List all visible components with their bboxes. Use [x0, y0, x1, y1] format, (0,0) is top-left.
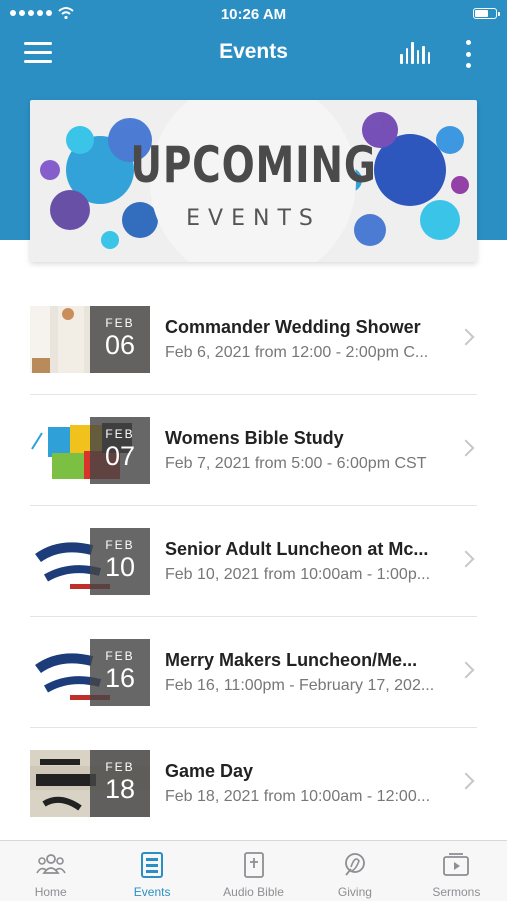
event-thumbnail: FEB 06 [30, 306, 150, 373]
chevron-right-icon [457, 550, 475, 568]
navigation-bar: Events [0, 30, 507, 76]
audio-levels-icon[interactable] [400, 42, 430, 64]
event-title: Game Day [165, 761, 254, 781]
events-list: FEB 06 Commander Wedding Shower Feb 6, 2… [0, 284, 507, 839]
event-title: Senior Adult Luncheon at Mc... [165, 539, 429, 559]
bible-icon [243, 852, 264, 878]
status-time: 10:26 AM [220, 6, 287, 23]
event-thumbnail: FEB 10 [30, 528, 150, 595]
event-row-merry-makers-luncheon[interactable]: FEB 16 Merry Makers Luncheon/Me... Feb 1… [0, 617, 507, 728]
giving-icon [345, 853, 365, 876]
chevron-right-icon [457, 328, 475, 346]
status-bar: 10:26 AM [0, 0, 507, 28]
event-row-commander-wedding-shower[interactable]: FEB 06 Commander Wedding Shower Feb 6, 2… [0, 284, 507, 395]
event-title: Womens Bible Study [165, 428, 344, 448]
date-day: 10 [104, 552, 136, 582]
more-options-icon[interactable] [462, 40, 474, 68]
date-day: 06 [104, 330, 136, 360]
chevron-right-icon [457, 661, 475, 679]
video-play-icon [443, 853, 470, 876]
tab-events[interactable]: Events [101, 841, 202, 901]
tab-bar: Home Events Audio Bible Giving Sermons [0, 840, 507, 901]
chevron-right-icon [457, 439, 475, 457]
event-datetime: Feb 6, 2021 from 12:00 - 2:00pm C... [165, 344, 429, 361]
date-month: FEB [105, 316, 135, 330]
event-datetime: Feb 7, 2021 from 5:00 - 6:00pm CST [165, 455, 427, 472]
event-row-senior-adult-luncheon[interactable]: FEB 10 Senior Adult Luncheon at Mc... Fe… [0, 506, 507, 617]
upcoming-events-banner: UPCOMING EVENTS [30, 100, 477, 262]
date-badge: FEB 06 [90, 306, 150, 373]
tab-home[interactable]: Home [0, 841, 101, 901]
date-month: FEB [105, 760, 135, 774]
tab-label: Audio Bible [223, 885, 284, 899]
event-datetime: Feb 10, 2021 from 10:00am - 1:00p... [165, 566, 431, 583]
event-datetime: Feb 18, 2021 from 10:00am - 12:00... [165, 788, 431, 805]
date-month: FEB [105, 649, 135, 663]
tab-label: Home [34, 885, 67, 899]
date-day: 07 [104, 441, 136, 471]
tab-label: Sermons [432, 885, 481, 899]
event-row-game-day[interactable]: FEB 18 Game Day Feb 18, 2021 from 10:00a… [0, 728, 507, 839]
tab-label: Giving [337, 885, 372, 899]
date-day: 16 [104, 663, 136, 693]
banner-title: UPCOMING [130, 136, 377, 194]
date-month: FEB [105, 538, 135, 552]
date-badge: FEB 16 [90, 639, 150, 706]
date-badge: FEB 18 [90, 750, 150, 817]
battery-icon [473, 8, 500, 19]
date-badge: FEB 07 [90, 417, 150, 484]
tab-giving[interactable]: Giving [304, 841, 405, 901]
event-thumbnail: FEB 16 [30, 639, 150, 706]
tab-audio-bible[interactable]: Audio Bible [203, 841, 304, 901]
chevron-right-icon [457, 772, 475, 790]
tab-label: Events [133, 885, 171, 899]
event-thumbnail: FEB 07 [30, 417, 150, 484]
event-title: Commander Wedding Shower [165, 317, 421, 337]
page-title: Events [219, 40, 288, 63]
tab-sermons[interactable]: Sermons [406, 841, 507, 901]
date-day: 18 [104, 774, 136, 804]
banner-subtitle: EVENTS [186, 206, 321, 231]
events-list-icon [141, 852, 164, 878]
event-title: Merry Makers Luncheon/Me... [165, 650, 418, 670]
event-datetime: Feb 16, 11:00pm - February 17, 202... [165, 677, 435, 694]
event-thumbnail: FEB 18 [30, 750, 150, 817]
event-row-womens-bible-study[interactable]: FEB 07 Womens Bible Study Feb 7, 2021 fr… [0, 395, 507, 506]
date-month: FEB [105, 427, 135, 441]
date-badge: FEB 10 [90, 528, 150, 595]
people-icon [36, 854, 66, 874]
